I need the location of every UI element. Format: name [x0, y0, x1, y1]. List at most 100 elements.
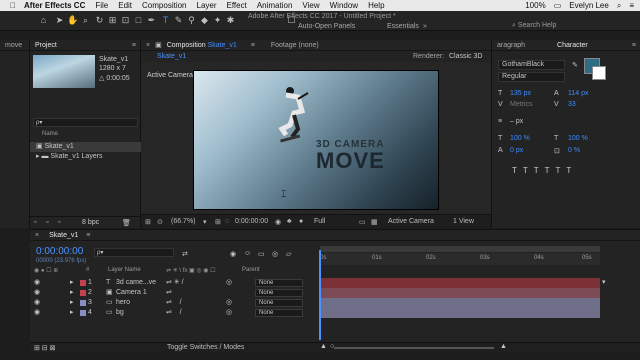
- apple-icon[interactable]: : [10, 1, 16, 10]
- expand-icon[interactable]: ▸: [70, 278, 74, 288]
- 3d-layer-icon[interactable]: ◎: [226, 298, 232, 308]
- mask-icon[interactable]: ◌: [225, 218, 229, 225]
- tsume-value[interactable]: 0 %: [568, 147, 580, 154]
- list-item[interactable]: ▸ ▬ Skate_v1 Layers: [30, 152, 141, 162]
- views-select[interactable]: 1 View: [453, 218, 474, 225]
- list-icon[interactable]: ≡: [629, 1, 634, 10]
- work-area-bar[interactable]: [320, 246, 600, 252]
- 3d-layer-icon[interactable]: ◎: [226, 308, 232, 318]
- user-name[interactable]: Evelyn Lee: [569, 1, 609, 10]
- spotlight-icon[interactable]: ⌕: [617, 1, 621, 11]
- playhead[interactable]: [319, 250, 321, 340]
- expand-icon[interactable]: ▸: [70, 308, 74, 318]
- show-snapshot-icon[interactable]: ♣: [287, 218, 292, 225]
- zoom-slider-handle[interactable]: ○: [330, 343, 334, 350]
- graph-editor-icon[interactable]: ▱: [286, 250, 291, 258]
- font-size-value[interactable]: 135 px: [510, 90, 531, 97]
- table-row[interactable]: ◉ ▸ 4 ▭ bg ⇌ / ◎ None: [30, 308, 320, 318]
- comp-panel-menu-icon[interactable]: ≡: [246, 42, 260, 49]
- layer-name[interactable]: 3d came...ve: [116, 278, 156, 288]
- comp-subtab[interactable]: Skate_v1: [157, 53, 186, 60]
- collapse-switch-icon[interactable]: ⇌ /: [166, 298, 182, 308]
- tab-paragraph[interactable]: aragraph: [492, 42, 530, 49]
- hand-tool-icon[interactable]: ✋: [67, 15, 78, 26]
- renderer-value[interactable]: Classic 3D: [449, 53, 482, 60]
- close-icon[interactable]: ×: [30, 232, 44, 239]
- rotate-tool-icon[interactable]: ↻: [94, 15, 105, 26]
- zoom-out-icon[interactable]: ▲: [320, 343, 327, 350]
- collapse-switch-icon[interactable]: ⇌: [166, 288, 172, 298]
- comp-frame[interactable]: 3D CAMERA MOVE ⌶: [193, 70, 439, 210]
- panel-menu-icon[interactable]: ≡: [132, 42, 140, 49]
- stroke-width-value[interactable]: – px: [510, 118, 523, 125]
- app-menu[interactable]: After Effects CC: [24, 1, 85, 10]
- snapshot-icon[interactable]: ◉: [275, 218, 281, 226]
- layer-duration-bar[interactable]: [320, 278, 600, 288]
- layer-switches-icon[interactable]: ⊞ ⊟ ⊠: [34, 344, 56, 352]
- magnification-icon[interactable]: ⊙: [157, 218, 163, 226]
- bpc-label[interactable]: 8 bpc: [82, 219, 99, 226]
- menu-help[interactable]: Help: [368, 1, 384, 10]
- chevron-down-icon[interactable]: ▾: [203, 218, 207, 226]
- collapse-switch-icon[interactable]: ⇌ ✳ /: [166, 278, 184, 288]
- roto-brush-tool-icon[interactable]: ✦: [212, 15, 223, 26]
- label-color[interactable]: [80, 290, 86, 296]
- trash-icon[interactable]: 🗑: [122, 219, 131, 227]
- tab-composition[interactable]: Composition Skate_v1: [162, 42, 242, 49]
- table-row[interactable]: ◉ ▸ 1 T 3d came...ve ⇌ ✳ / ◎ None: [30, 278, 320, 288]
- workspace-menu-icon[interactable]: »: [423, 23, 427, 30]
- layer-name[interactable]: hero: [116, 298, 130, 308]
- pan-behind-tool-icon[interactable]: ⊡: [120, 15, 131, 26]
- new-comp-icon[interactable]: ▫: [58, 219, 60, 226]
- time-ruler[interactable]: 0s 01s 02s 03s 04s 05s: [320, 253, 600, 265]
- kerning-value[interactable]: Metrics: [510, 101, 533, 108]
- rectangle-tool-icon[interactable]: □: [133, 15, 144, 26]
- comp-title-text[interactable]: 3D CAMERA MOVE: [316, 139, 438, 172]
- lock-icon[interactable]: ▣: [155, 41, 162, 49]
- zoom-in-icon[interactable]: ▲: [500, 343, 507, 350]
- eye-icon[interactable]: ◉: [34, 298, 40, 308]
- auto-open-panels-label[interactable]: Auto-Open Panels: [298, 23, 355, 30]
- switches-column-icons[interactable]: ⇌ ✳ \ fx ▣ ◎ ◉ ☐: [166, 267, 216, 274]
- label-color[interactable]: [80, 280, 86, 286]
- tab-move[interactable]: move: [0, 42, 27, 49]
- interpret-footage-icon[interactable]: ▫: [34, 219, 36, 226]
- zoom-value[interactable]: (66.7%): [171, 218, 196, 225]
- toggle-switches-modes[interactable]: Toggle Switches / Modes: [167, 344, 244, 351]
- layer-duration-bar[interactable]: [320, 308, 600, 318]
- label-color[interactable]: [80, 310, 86, 316]
- leading-value[interactable]: 114 px: [568, 90, 589, 97]
- parent-select[interactable]: None: [255, 299, 303, 307]
- grid-icon[interactable]: ⊞: [215, 218, 221, 226]
- font-family-select[interactable]: GothamBlack: [498, 60, 565, 70]
- baseline-shift-value[interactable]: 0 px: [510, 147, 523, 154]
- vertical-scale-value[interactable]: 100 %: [510, 135, 530, 142]
- motion-blur-icon[interactable]: ◎: [272, 250, 278, 258]
- brush-tool-icon[interactable]: ✎: [173, 15, 184, 26]
- battery-icon[interactable]: ▭: [554, 1, 562, 10]
- parent-select[interactable]: None: [255, 279, 303, 287]
- menu-view[interactable]: View: [302, 1, 319, 10]
- draft-3d-icon[interactable]: ◉: [230, 250, 236, 258]
- close-icon[interactable]: ×: [141, 42, 155, 49]
- parent-select[interactable]: None: [255, 309, 303, 317]
- expand-icon[interactable]: ▸: [70, 288, 74, 298]
- transparency-grid-icon[interactable]: ▦: [371, 218, 378, 226]
- label-col-icon[interactable]: #: [86, 267, 89, 273]
- composition-viewer[interactable]: Active Camera 3D CAMERA MOVE ⌶: [141, 62, 491, 214]
- horizontal-scale-value[interactable]: 100 %: [568, 135, 588, 142]
- eye-icon[interactable]: ◉: [34, 308, 40, 318]
- eye-icon[interactable]: ◉: [34, 288, 40, 298]
- timecode-value[interactable]: 0:00:00:00: [235, 218, 268, 225]
- project-search-input[interactable]: ρ▾: [33, 118, 138, 127]
- view-select[interactable]: Active Camera: [388, 218, 434, 225]
- label-color[interactable]: [80, 300, 86, 306]
- eraser-tool-icon[interactable]: ◆: [199, 15, 210, 26]
- always-preview-icon[interactable]: ⊞: [145, 218, 151, 226]
- av-features-icon[interactable]: ◉ ● ☐ ⊕: [34, 267, 58, 274]
- menu-effect[interactable]: Effect: [227, 1, 247, 10]
- layer-duration-bar[interactable]: [320, 288, 600, 298]
- panel-menu-icon[interactable]: ≡: [83, 232, 90, 239]
- column-name[interactable]: Name: [42, 131, 58, 137]
- menu-file[interactable]: File: [95, 1, 108, 10]
